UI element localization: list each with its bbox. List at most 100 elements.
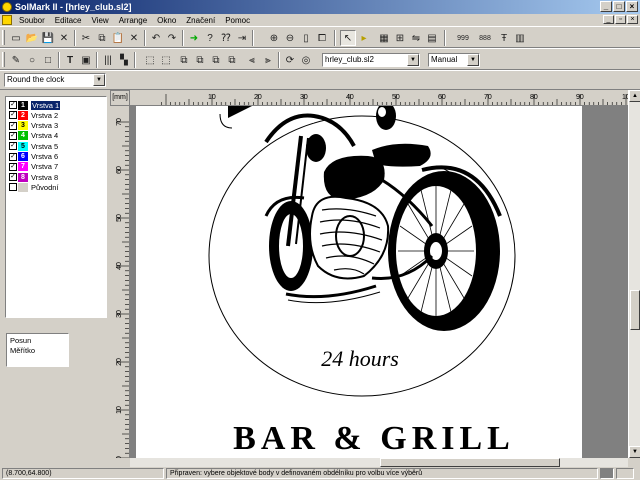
layer-label[interactable]: Vrstva 5 <box>31 142 58 151</box>
document-icon[interactable] <box>2 15 12 25</box>
paste-icon[interactable]: 📋 <box>110 30 126 46</box>
ellipse-icon[interactable]: ○ <box>24 52 40 68</box>
scroll-down-button[interactable]: ▼ <box>629 446 640 458</box>
caption-text[interactable]: 24 hours <box>321 346 399 371</box>
rotate-icon[interactable]: ⟳ <box>282 52 298 68</box>
layer-color-swatch[interactable]: 4 <box>18 131 28 141</box>
layer-item[interactable]: ✓ 4 Vrstva 4 <box>9 131 58 141</box>
scroll-up-button[interactable]: ▲ <box>629 90 640 102</box>
layer-item[interactable]: ✓ 1 Vrstva 1 <box>9 100 61 110</box>
center-icon[interactable]: ◎ <box>298 52 314 68</box>
text-object-combo[interactable]: Round the clock ▼ <box>4 73 106 87</box>
canvas-area[interactable]: 24 hours BAR & GRILL <box>130 106 628 458</box>
delete-icon[interactable]: ✕ <box>126 30 142 46</box>
menu-pomoc[interactable]: Pomoc <box>220 16 255 25</box>
mode-combo[interactable]: Manual ▼ <box>428 53 480 67</box>
layer-item[interactable]: ✓ 2 Vrstva 2 <box>9 110 58 120</box>
barcode-icon[interactable]: ▥ <box>512 30 528 46</box>
node-tool-icon[interactable]: ▸ <box>356 30 372 46</box>
rectangle-icon[interactable]: □ <box>40 52 56 68</box>
layer-label[interactable]: Původní <box>31 183 59 192</box>
layer-label[interactable]: Vrstva 8 <box>31 173 58 182</box>
zoom-selection-icon[interactable]: ⧠ <box>314 30 330 46</box>
drawing-page[interactable]: 24 hours BAR & GRILL <box>136 106 582 458</box>
menu-znaceni[interactable]: Značení <box>181 16 220 25</box>
toolbar-grip[interactable] <box>2 30 5 45</box>
save-icon[interactable]: 💾 <box>40 30 56 46</box>
layer-item[interactable]: ✓ 8 Vrstva 8 <box>9 172 58 182</box>
layer-label[interactable]: Vrstva 7 <box>31 162 58 171</box>
layer-color-swatch[interactable]: 7 <box>18 162 28 172</box>
motorcycle-illustration[interactable] <box>264 113 502 331</box>
layer-visibility-checkbox[interactable]: ✓ <box>9 152 17 161</box>
send-back-icon[interactable]: ⧉ <box>192 52 208 68</box>
layer-visibility-checkbox[interactable]: ✓ <box>9 131 17 140</box>
layer-visibility-checkbox[interactable] <box>9 183 17 192</box>
grid-icon[interactable]: ▦ <box>376 30 392 46</box>
barcode-tool-icon[interactable]: ||| <box>100 52 116 68</box>
bring-front-icon[interactable]: ⧉ <box>176 52 192 68</box>
image-icon[interactable]: ▣ <box>78 52 94 68</box>
align-right-icon[interactable]: ⫸ <box>260 52 276 68</box>
menu-arrange[interactable]: Arrange <box>114 16 152 25</box>
pen-icon[interactable]: ✎ <box>8 52 24 68</box>
layer-item[interactable]: ✓ 6 Vrstva 6 <box>9 152 58 162</box>
undo-icon[interactable]: ↶ <box>148 30 164 46</box>
layer-item[interactable]: ✓ 5 Vrstva 5 <box>9 141 58 151</box>
copy-icon[interactable]: ⧉ <box>94 30 110 46</box>
vertical-scroll-thumb[interactable] <box>630 290 640 330</box>
arrow-right-icon[interactable]: ➜ <box>186 30 202 46</box>
cut-icon[interactable]: ✂ <box>78 30 94 46</box>
layer-label[interactable]: Vrstva 1 <box>31 100 61 110</box>
layer-label[interactable]: Vrstva 6 <box>31 152 58 161</box>
help-icon[interactable]: ? <box>202 30 218 46</box>
text-format-icon[interactable]: Ŧ <box>496 30 512 46</box>
resize-grip[interactable] <box>616 468 634 479</box>
doc-close-button[interactable]: × <box>627 15 638 24</box>
layer-visibility-checkbox[interactable]: ✓ <box>9 101 17 109</box>
menu-editace[interactable]: Editace <box>50 16 87 25</box>
serial-888-icon[interactable]: 888 <box>474 30 496 46</box>
layer-label[interactable]: Vrstva 3 <box>31 121 58 130</box>
context-help-icon[interactable]: ⁇ <box>218 30 234 46</box>
layer-color-swatch[interactable]: 5 <box>18 141 28 151</box>
properties-icon[interactable]: ▤ <box>424 30 440 46</box>
layer-visibility-checkbox[interactable]: ✓ <box>9 121 17 130</box>
minimize-button[interactable]: _ <box>600 1 612 12</box>
group-icon[interactable]: ⬚ <box>142 52 158 68</box>
menu-soubor[interactable]: Soubor <box>14 16 50 25</box>
layer-color-swatch[interactable]: 3 <box>18 121 28 131</box>
layer-color-swatch[interactable]: 6 <box>18 152 28 161</box>
zoom-page-icon[interactable]: ▯ <box>298 30 314 46</box>
align-left-icon[interactable]: ⫷ <box>244 52 260 68</box>
design-drawing[interactable]: 24 hours BAR & GRILL <box>136 106 582 458</box>
toolbar-grip[interactable] <box>2 52 5 67</box>
forward-icon[interactable]: ⧉ <box>208 52 224 68</box>
exit-icon[interactable]: ⇥ <box>234 30 250 46</box>
new-file-icon[interactable]: ▭ <box>8 30 24 46</box>
close-button[interactable]: × <box>626 1 638 12</box>
vertical-scrollbar[interactable]: ▲ ▼ <box>628 90 640 458</box>
layer-color-swatch[interactable]: 8 <box>18 172 28 182</box>
text-tool-icon[interactable]: T <box>62 52 78 68</box>
chevron-down-icon[interactable]: ▼ <box>407 54 419 66</box>
layer-item[interactable]: ✓ 3 Vrstva 3 <box>9 121 58 131</box>
layer-visibility-checkbox[interactable]: ✓ <box>9 111 17 120</box>
doc-minimize-button[interactable]: _ <box>603 15 614 24</box>
zoom-in-icon[interactable]: ⊕ <box>266 30 282 46</box>
horizontal-scroll-thumb[interactable] <box>380 458 560 467</box>
ungroup-icon[interactable]: ⬚ <box>158 52 174 68</box>
layer-visibility-checkbox[interactable]: ✓ <box>9 173 17 182</box>
backward-icon[interactable]: ⧉ <box>224 52 240 68</box>
zoom-out-icon[interactable]: ⊖ <box>282 30 298 46</box>
horizontal-scrollbar[interactable] <box>130 458 628 467</box>
snap-icon[interactable]: ⊞ <box>392 30 408 46</box>
layer-visibility-checkbox[interactable]: ✓ <box>9 142 17 151</box>
chevron-down-icon[interactable]: ▼ <box>93 74 105 86</box>
chevron-down-icon[interactable]: ▼ <box>467 54 479 66</box>
layer-label[interactable]: Vrstva 2 <box>31 111 58 120</box>
select-tool-icon[interactable]: ↖ <box>340 30 356 46</box>
open-folder-icon[interactable]: 📂 <box>24 30 40 46</box>
redo-icon[interactable]: ↷ <box>164 30 180 46</box>
serial-999-icon[interactable]: 999 <box>452 30 474 46</box>
